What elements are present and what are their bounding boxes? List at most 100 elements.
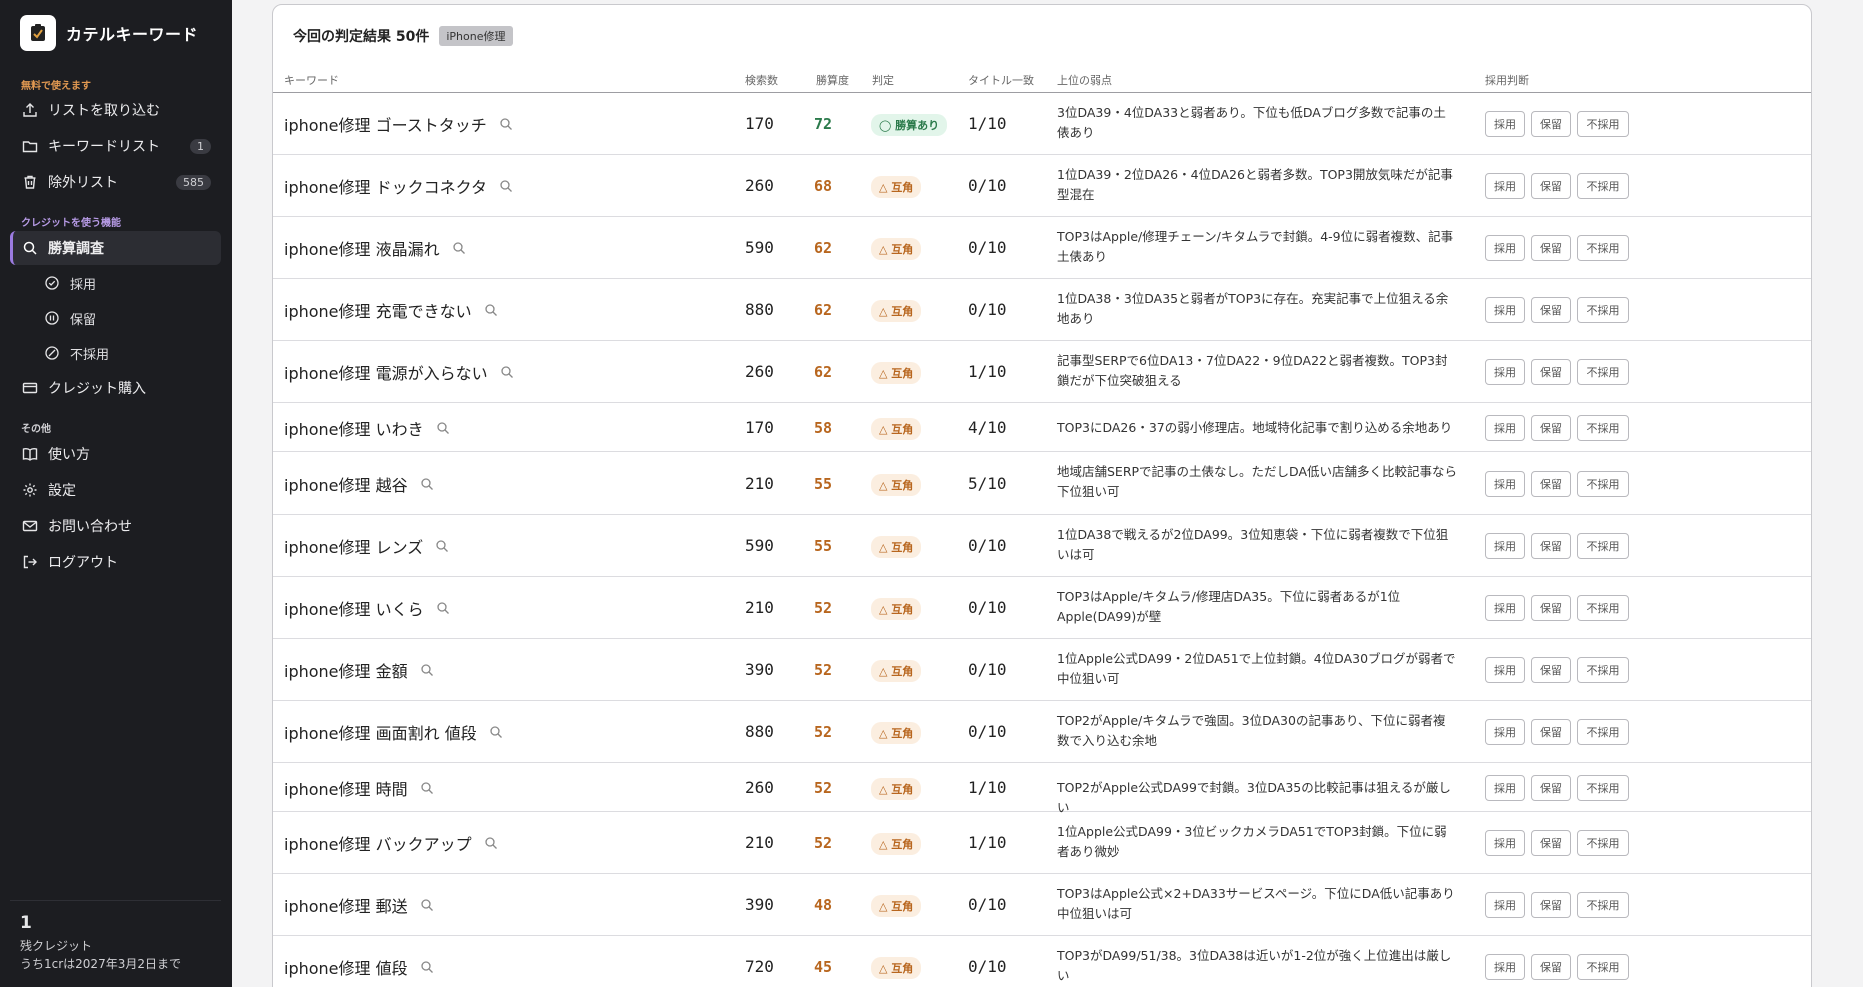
search-icon[interactable] [452,241,466,255]
reject-button[interactable]: 不採用 [1577,719,1629,745]
sidebar-item-logout[interactable]: ログアウト [10,545,221,579]
table-row: iphone修理 金額 390 52 △ 互角 0/10 1位Apple公式DA99・2位… [273,639,1811,701]
sidebar-item-hold[interactable]: 保留 [32,301,221,335]
sidebar-item-contact[interactable]: お問い合わせ [10,509,221,543]
reject-button[interactable]: 不採用 [1577,830,1629,856]
keyword-cell: iphone修理 バックアップ [284,831,498,855]
weakness-text: 1位Apple公式DA99・3位ビックカメラDA51でTOP3封鎖。下位に弱者あ… [1057,824,1447,859]
adopt-button[interactable]: 採用 [1485,775,1525,801]
column-header-title-match: タイトル一致 [968,74,1034,87]
reject-button[interactable]: 不採用 [1577,533,1629,559]
sidebar-item-exclude-list[interactable]: 除外リスト 585 [10,165,221,199]
reject-button[interactable]: 不採用 [1577,657,1629,683]
judge-badge: △ 互角 [871,300,922,322]
hold-button[interactable]: 保留 [1531,719,1571,745]
reject-button[interactable]: 不採用 [1577,111,1629,137]
search-icon[interactable] [489,725,503,739]
trash-icon [22,174,38,190]
reject-button[interactable]: 不採用 [1577,297,1629,323]
reject-button[interactable]: 不採用 [1577,415,1629,441]
hold-button[interactable]: 保留 [1531,830,1571,856]
hold-button[interactable]: 保留 [1531,954,1571,980]
search-icon[interactable] [420,960,434,974]
brand[interactable]: カテルキーワード [20,15,198,51]
reject-button[interactable]: 不採用 [1577,954,1629,980]
category-tag: iPhone修理 [439,26,513,46]
table-row: iphone修理 郵送 390 48 △ 互角 0/10 TOP3はApple公式×2+D… [273,874,1811,936]
title-match-value: 0/10 [968,176,1007,195]
adopt-button[interactable]: 採用 [1485,595,1525,621]
reject-button[interactable]: 不採用 [1577,775,1629,801]
search-icon[interactable] [420,898,434,912]
decision-actions: 採用 保留 不採用 [1485,235,1635,261]
sidebar-item-settings[interactable]: 設定 [10,473,221,507]
hold-button[interactable]: 保留 [1531,359,1571,385]
sidebar-item-buy-credit[interactable]: クレジット購入 [10,371,221,405]
search-icon[interactable] [500,365,514,379]
sidebar-item-research[interactable]: 勝算調査 [10,231,221,265]
sidebar-item-rejected[interactable]: 不採用 [32,336,221,370]
sidebar-item-import[interactable]: リストを取り込む [10,93,221,127]
sidebar-item-adopted[interactable]: 採用 [32,266,221,300]
hold-button[interactable]: 保留 [1531,533,1571,559]
hold-button[interactable]: 保留 [1531,415,1571,441]
gear-icon [22,482,38,498]
hold-button[interactable]: 保留 [1531,111,1571,137]
adopt-button[interactable]: 採用 [1485,111,1525,137]
hold-button[interactable]: 保留 [1531,173,1571,199]
search-icon[interactable] [499,179,513,193]
table-row: iphone修理 電源が入らない 260 62 △ 互角 1/10 記事型SERPで6位D… [273,341,1811,403]
hold-button[interactable]: 保留 [1531,235,1571,261]
judge-badge: △ 互角 [871,238,922,260]
hold-button[interactable]: 保留 [1531,775,1571,801]
hold-button[interactable]: 保留 [1531,892,1571,918]
search-icon[interactable] [484,836,498,850]
sidebar-item-keyword-list[interactable]: キーワードリスト 1 [10,129,221,163]
search-volume: 720 [745,957,774,976]
adopt-button[interactable]: 採用 [1485,471,1525,497]
adopt-button[interactable]: 採用 [1485,235,1525,261]
reject-button[interactable]: 不採用 [1577,235,1629,261]
win-score: 62 [814,239,833,257]
search-icon[interactable] [420,663,434,677]
adopt-button[interactable]: 採用 [1485,415,1525,441]
reject-button[interactable]: 不採用 [1577,359,1629,385]
sidebar-item-howto[interactable]: 使い方 [10,437,221,471]
check-circle-icon [44,275,60,291]
reject-button[interactable]: 不採用 [1577,892,1629,918]
adopt-button[interactable]: 採用 [1485,297,1525,323]
search-icon[interactable] [436,421,450,435]
weakness-text: 1位Apple公式DA99・2位DA51で上位封鎖。4位DA30ブログが弱者で中… [1057,651,1456,686]
title-match-value: 1/10 [968,114,1007,133]
adopt-button[interactable]: 採用 [1485,830,1525,856]
title-match-value: 0/10 [968,957,1007,976]
hold-button[interactable]: 保留 [1531,595,1571,621]
adopt-button[interactable]: 採用 [1485,954,1525,980]
hold-button[interactable]: 保留 [1531,297,1571,323]
adopt-button[interactable]: 採用 [1485,533,1525,559]
decision-actions: 採用 保留 不採用 [1485,111,1635,137]
search-icon[interactable] [420,477,434,491]
search-icon[interactable] [484,303,498,317]
hold-button[interactable]: 保留 [1531,657,1571,683]
adopt-button[interactable]: 採用 [1485,657,1525,683]
weakness-text: TOP3はApple/キタムラ/修理店DA35。下位に弱者あるが1位Apple(… [1057,589,1401,624]
reject-button[interactable]: 不採用 [1577,595,1629,621]
reject-button[interactable]: 不採用 [1577,173,1629,199]
search-icon[interactable] [435,539,449,553]
adopt-button[interactable]: 採用 [1485,173,1525,199]
search-icon[interactable] [436,601,450,615]
adopt-button[interactable]: 採用 [1485,719,1525,745]
reject-button[interactable]: 不採用 [1577,471,1629,497]
adopt-button[interactable]: 採用 [1485,359,1525,385]
title-match-value: 0/10 [968,660,1007,679]
weakness-text: TOP3はApple/修理チェーン/キタムラで封鎖。4-9位に弱者複数、記事土俵… [1057,229,1454,264]
adopt-button[interactable]: 採用 [1485,892,1525,918]
sidebar: カテルキーワード 無料で使えます リストを取り込む キーワードリスト 1 除外リ… [0,0,232,987]
search-icon[interactable] [420,781,434,795]
table-row: iphone修理 時間 260 52 △ 互角 1/10 TOP2がApple公式DA99… [273,763,1811,815]
search-icon[interactable] [499,117,513,131]
judge-badge: △ 互角 [871,176,922,198]
title-match-value: 0/10 [968,238,1007,257]
hold-button[interactable]: 保留 [1531,471,1571,497]
